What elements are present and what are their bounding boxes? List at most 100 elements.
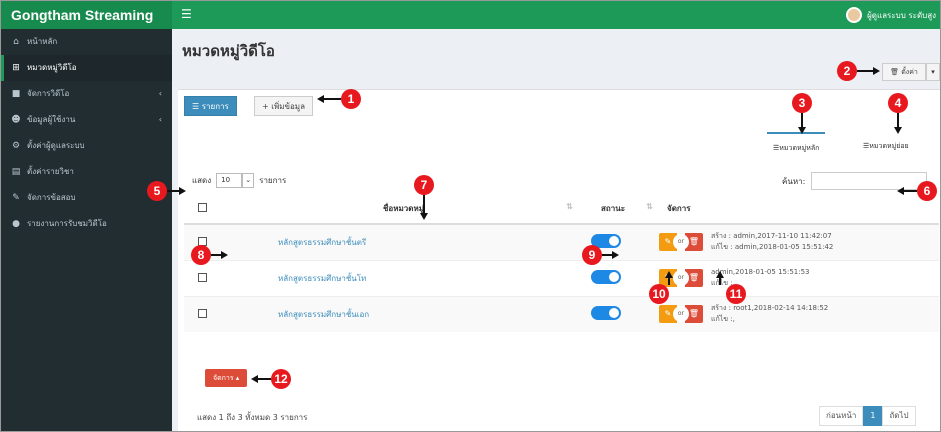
tab-label: หมวดหมู่ย่อย	[869, 142, 909, 150]
table-row: หลักสูตรธรรมศึกษาชั้นเอก ✎ or 🗑 สร้าง : roo…	[184, 295, 939, 332]
bulk-action-button[interactable]: จัดการ ▴	[205, 369, 248, 387]
updated-info: แก้ไข :,	[711, 315, 735, 324]
search-label: ค้นหา:	[782, 176, 806, 186]
sidebar-item-subjects[interactable]: ▤ ตั้งค่ารายวิชา	[1, 159, 172, 185]
category-link[interactable]: หลักสูตรธรรมศึกษาชั้นเอก	[278, 310, 369, 319]
length-select[interactable]: 10	[216, 173, 243, 188]
column-name[interactable]: ชื่อหมวดหมู่ ⇅	[226, 194, 581, 225]
pagination: ก่อนหน้า 1 ถัดไป	[819, 406, 916, 426]
list-label: รายการ	[201, 102, 229, 111]
arrow-head	[873, 67, 880, 75]
sidebar-item-reports[interactable]: ● รายงานการรับชมวิดีโอ	[1, 211, 172, 237]
sidebar-item-label: จัดการวิดีโอ	[27, 89, 70, 98]
row-checkbox[interactable]	[198, 308, 207, 318]
gears-icon: ⚙	[11, 141, 21, 151]
length-control: แสดง 10 ⌄ รายการ	[192, 173, 286, 188]
action-group: ✎or🗑	[659, 305, 703, 324]
header-label: ชื่อหมวดหมู่	[382, 204, 424, 213]
callout-10: 10	[649, 284, 669, 304]
created-info: สร้าง : root1,2018-02-14 14:18:52	[711, 304, 829, 313]
settings-dropdown-button[interactable]: ▾	[926, 63, 940, 81]
user-menu[interactable]: ผู้ดูแลระบบ ระดับสูง	[846, 6, 936, 24]
action-group: ✎or🗑	[659, 233, 703, 252]
callout-8: 8	[191, 245, 211, 265]
page-title: หมวดหมู่วิดีโอ	[182, 43, 275, 60]
sidebar-item-label: ตั้งค่าผู้ดูแลระบบ	[27, 141, 85, 150]
sidebar-item-label: จัดการข้อสอบ	[27, 193, 76, 202]
category-table: ชื่อหมวดหมู่ ⇅ สถานะ ⇅ จัดการ หลักสูตรธรรม…	[184, 194, 939, 332]
sidebar-item-label: ข้อมูลผู้ใช้งาน	[27, 115, 76, 124]
arrow-head	[894, 127, 902, 134]
next-page-button[interactable]: ถัดไป	[882, 406, 916, 426]
callout-6: 6	[917, 181, 937, 201]
add-button[interactable]: + เพิ่มข้อมูล	[254, 96, 313, 116]
column-status[interactable]: สถานะ ⇅	[581, 194, 659, 225]
list-button[interactable]: ☰ รายการ	[184, 96, 237, 116]
settings-button[interactable]: 🗑 ตั้งค่า	[882, 63, 926, 81]
status-toggle[interactable]	[591, 306, 621, 321]
callout-arrow	[257, 378, 271, 380]
category-link[interactable]: หลักสูตรธรรมศึกษาชั้นโท	[278, 274, 366, 283]
top-bar: Gongtham Streaming ☰ ผู้ดูแลระบบ ระดับสู…	[1, 1, 940, 29]
video-icon: ■	[11, 89, 21, 99]
sort-icon: ⇅	[646, 202, 653, 211]
sidebar-item-label: รายงานการรับชมวิดีโอ	[27, 219, 107, 228]
sidebar: ⌂ หน้าหลัก ⊞ หมวดหมู่วิดีโอ ■ จัดการวิดีโอ ‹…	[1, 29, 172, 431]
chevron-left-icon: ‹	[158, 115, 162, 124]
users-icon: ☻	[11, 115, 21, 125]
trash-icon: 🗑	[890, 68, 900, 76]
updated-info: แก้ไข : admin,2018-01-05 15:51:42	[711, 243, 834, 252]
menu-toggle-icon[interactable]: ☰	[181, 8, 192, 20]
home-icon: ⌂	[13, 37, 19, 47]
search-control: ค้นหา:	[782, 172, 928, 190]
callout-1: 1	[341, 89, 361, 109]
user-name: ผู้ดูแลระบบ ระดับสูง	[867, 10, 936, 20]
or-label: or	[673, 270, 689, 286]
avatar	[846, 7, 863, 23]
sort-icon: ⇅	[566, 202, 573, 211]
callout-9: 9	[582, 245, 602, 265]
content-panel: ☰ รายการ + เพิ่มข้อมูล ☰หมวดหมู่หลัก ☰หม…	[178, 89, 940, 431]
table-row: หลักสูตรธรรมศึกษาชั้นตรี ✎ or 🗑 สร้าง : adm…	[184, 223, 939, 260]
app-window: Gongtham Streaming ☰ ผู้ดูแลระบบ ระดับสู…	[0, 0, 941, 432]
tab-main-category[interactable]: ☰หมวดหมู่หลัก	[767, 132, 826, 160]
callout-arrow	[668, 277, 670, 285]
sidebar-item-home[interactable]: ⌂ หน้าหลัก	[1, 29, 172, 55]
table-row: หลักสูตรธรรมศึกษาชั้นโท ✎or🗑admin,2018-0…	[184, 259, 939, 296]
created-info: สร้าง : admin,2017-11-10 11:42:07	[711, 232, 832, 241]
sidebar-item-label: ตั้งค่ารายวิชา	[27, 167, 74, 176]
brand-logo[interactable]: Gongtham Streaming	[1, 1, 172, 29]
chevron-left-icon: ‹	[158, 89, 162, 98]
arrow-head	[221, 251, 228, 259]
callout-arrow	[903, 190, 917, 192]
callout-11: 11	[726, 284, 746, 304]
updated-info: แก้ไข :,	[711, 279, 735, 287]
search-input[interactable]	[811, 172, 928, 190]
list-icon: ☰	[192, 102, 200, 111]
callout-5: 5	[147, 181, 167, 201]
prev-page-button[interactable]: ก่อนหน้า	[819, 406, 864, 426]
row-checkbox[interactable]	[198, 272, 207, 282]
sidebar-item-video-category[interactable]: ⊞ หมวดหมู่วิดีโอ	[1, 55, 172, 81]
status-toggle[interactable]	[591, 270, 621, 284]
header-label: สถานะ	[601, 204, 625, 213]
callout-arrow	[719, 277, 721, 285]
callout-12: 12	[271, 369, 291, 389]
arrow-head	[420, 213, 428, 220]
arrow-head	[179, 187, 186, 195]
select-all-checkbox[interactable]	[198, 203, 207, 212]
page-1-button[interactable]: 1	[863, 406, 883, 426]
sidebar-item-label: หมวดหมู่วิดีโอ	[27, 63, 77, 72]
edit-icon: ✎	[12, 193, 20, 203]
arrow-head	[716, 271, 724, 278]
sidebar-item-admin-settings[interactable]: ⚙ ตั้งค่าผู้ดูแลระบบ	[1, 133, 172, 159]
tab-label: หมวดหมู่หลัก	[779, 144, 820, 152]
category-link[interactable]: หลักสูตรธรรมศึกษาชั้นตรี	[278, 238, 366, 247]
sidebar-item-manage-video[interactable]: ■ จัดการวิดีโอ ‹	[1, 81, 172, 107]
sidebar-item-users[interactable]: ☻ ข้อมูลผู้ใช้งาน ‹	[1, 107, 172, 133]
callout-arrow	[423, 195, 425, 215]
tab-sub-category[interactable]: ☰หมวดหมู่ย่อย	[857, 132, 915, 160]
sitemap-icon: ⊞	[12, 63, 20, 73]
callout-2: 2	[837, 61, 857, 81]
chevron-down-icon[interactable]: ⌄	[242, 173, 255, 188]
